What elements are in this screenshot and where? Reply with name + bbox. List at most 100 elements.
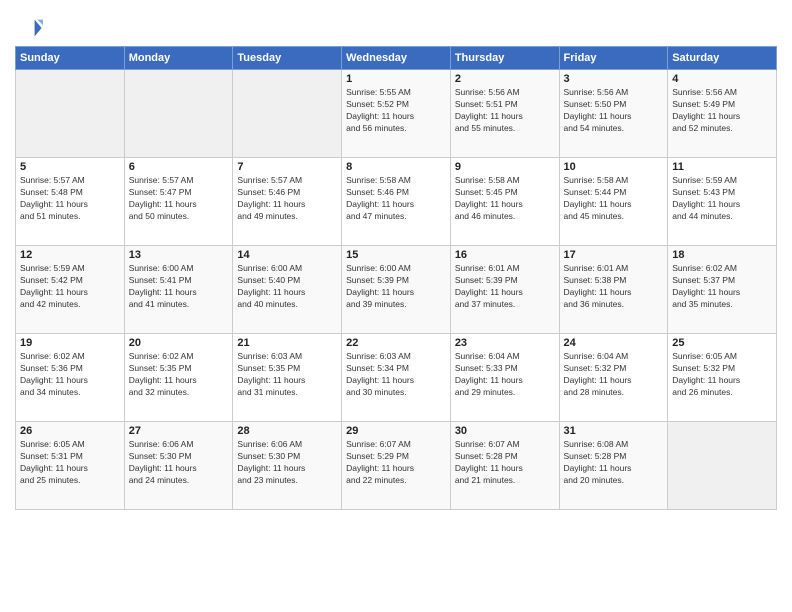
day-number: 1 (346, 73, 446, 85)
logo-icon (15, 14, 43, 42)
calendar-cell: 13 Sunrise: 6:00 AM Sunset: 5:41 PM Dayli… (124, 246, 233, 334)
day-info: Sunrise: 6:07 AM Sunset: 5:28 PM Dayligh… (455, 439, 555, 487)
day-number: 12 (20, 249, 120, 261)
calendar-cell: 29 Sunrise: 6:07 AM Sunset: 5:29 PM Dayli… (342, 422, 451, 510)
calendar-cell: 15Sunrise: 6:00 AM Sunset: 5:39 PM Dayli… (342, 246, 451, 334)
day-number: 16 (455, 249, 555, 261)
day-info: Sunrise: 6:01 AM Sunset: 5:38 PM Dayligh… (564, 263, 664, 311)
calendar-cell: 23 Sunrise: 6:04 AM Sunset: 5:33 PM Dayli… (450, 334, 559, 422)
day-header: Tuesday (233, 47, 342, 70)
day-info: Sunrise: 6:00 AM Sunset: 5:41 PM Dayligh… (129, 263, 229, 311)
day-info: Sunrise: 5:58 AM Sunset: 5:45 PM Dayligh… (455, 175, 555, 223)
day-number: 3 (564, 73, 664, 85)
day-info: Sunrise: 6:04 AM Sunset: 5:33 PM Dayligh… (455, 351, 555, 399)
logo (15, 14, 47, 42)
day-info: Sunrise: 5:56 AM Sunset: 5:50 PM Dayligh… (564, 87, 664, 135)
day-number: 24 (564, 337, 664, 349)
calendar-cell: 26Sunrise: 6:05 AM Sunset: 5:31 PM Dayli… (16, 422, 125, 510)
day-number: 7 (237, 161, 337, 173)
day-number: 27 (129, 425, 229, 437)
calendar-cell: 10Sunrise: 5:58 AM Sunset: 5:44 PM Dayli… (559, 158, 668, 246)
day-number: 30 (455, 425, 555, 437)
day-number: 11 (672, 161, 772, 173)
day-info: Sunrise: 5:55 AM Sunset: 5:52 PM Dayligh… (346, 87, 446, 135)
calendar-table: SundayMondayTuesdayWednesdayThursdayFrid… (15, 46, 777, 510)
day-number: 18 (672, 249, 772, 261)
calendar-week-row: 5 Sunrise: 5:57 AM Sunset: 5:48 PM Daylig… (16, 158, 777, 246)
calendar-cell (124, 70, 233, 158)
day-number: 13 (129, 249, 229, 261)
calendar-cell: 12Sunrise: 5:59 AM Sunset: 5:42 PM Dayli… (16, 246, 125, 334)
day-header: Friday (559, 47, 668, 70)
day-number: 28 (237, 425, 337, 437)
day-number: 4 (672, 73, 772, 85)
calendar-cell: 5 Sunrise: 5:57 AM Sunset: 5:48 PM Daylig… (16, 158, 125, 246)
calendar-cell: 18 Sunrise: 6:02 AM Sunset: 5:37 PM Dayli… (668, 246, 777, 334)
calendar-cell: 4 Sunrise: 5:56 AM Sunset: 5:49 PM Daylig… (668, 70, 777, 158)
calendar-cell: 11Sunrise: 5:59 AM Sunset: 5:43 PM Dayli… (668, 158, 777, 246)
day-header: Sunday (16, 47, 125, 70)
day-number: 6 (129, 161, 229, 173)
calendar-cell (233, 70, 342, 158)
calendar-week-row: 12Sunrise: 5:59 AM Sunset: 5:42 PM Dayli… (16, 246, 777, 334)
day-number: 14 (237, 249, 337, 261)
header-row: SundayMondayTuesdayWednesdayThursdayFrid… (16, 47, 777, 70)
day-number: 25 (672, 337, 772, 349)
calendar-cell: 25 Sunrise: 6:05 AM Sunset: 5:32 PM Dayli… (668, 334, 777, 422)
calendar-cell: 17 Sunrise: 6:01 AM Sunset: 5:38 PM Dayli… (559, 246, 668, 334)
calendar-week-row: 19 Sunrise: 6:02 AM Sunset: 5:36 PM Dayli… (16, 334, 777, 422)
day-number: 26 (20, 425, 120, 437)
day-number: 23 (455, 337, 555, 349)
calendar-cell: 28 Sunrise: 6:06 AM Sunset: 5:30 PM Dayli… (233, 422, 342, 510)
day-info: Sunrise: 6:03 AM Sunset: 5:35 PM Dayligh… (237, 351, 337, 399)
day-info: Sunrise: 5:57 AM Sunset: 5:47 PM Dayligh… (129, 175, 229, 223)
day-info: Sunrise: 6:04 AM Sunset: 5:32 PM Dayligh… (564, 351, 664, 399)
day-number: 5 (20, 161, 120, 173)
day-number: 19 (20, 337, 120, 349)
day-number: 31 (564, 425, 664, 437)
calendar-cell: 20Sunrise: 6:02 AM Sunset: 5:35 PM Dayli… (124, 334, 233, 422)
calendar-cell: 31 Sunrise: 6:08 AM Sunset: 5:28 PM Dayli… (559, 422, 668, 510)
day-header: Saturday (668, 47, 777, 70)
day-number: 8 (346, 161, 446, 173)
day-info: Sunrise: 6:01 AM Sunset: 5:39 PM Dayligh… (455, 263, 555, 311)
day-info: Sunrise: 6:08 AM Sunset: 5:28 PM Dayligh… (564, 439, 664, 487)
day-number: 10 (564, 161, 664, 173)
calendar-week-row: 26Sunrise: 6:05 AM Sunset: 5:31 PM Dayli… (16, 422, 777, 510)
day-info: Sunrise: 5:56 AM Sunset: 5:49 PM Dayligh… (672, 87, 772, 135)
calendar-cell: 21 Sunrise: 6:03 AM Sunset: 5:35 PM Dayli… (233, 334, 342, 422)
day-info: Sunrise: 5:56 AM Sunset: 5:51 PM Dayligh… (455, 87, 555, 135)
calendar-cell: 19 Sunrise: 6:02 AM Sunset: 5:36 PM Dayli… (16, 334, 125, 422)
day-info: Sunrise: 6:02 AM Sunset: 5:36 PM Dayligh… (20, 351, 120, 399)
calendar-cell: 1 Sunrise: 5:55 AM Sunset: 5:52 PM Daylig… (342, 70, 451, 158)
calendar-cell: 24 Sunrise: 6:04 AM Sunset: 5:32 PM Dayli… (559, 334, 668, 422)
calendar-cell: 14 Sunrise: 6:00 AM Sunset: 5:40 PM Dayli… (233, 246, 342, 334)
day-info: Sunrise: 6:00 AM Sunset: 5:39 PM Dayligh… (346, 263, 446, 311)
day-info: Sunrise: 6:06 AM Sunset: 5:30 PM Dayligh… (237, 439, 337, 487)
day-number: 21 (237, 337, 337, 349)
day-info: Sunrise: 6:02 AM Sunset: 5:37 PM Dayligh… (672, 263, 772, 311)
day-header: Monday (124, 47, 233, 70)
calendar-cell: 27Sunrise: 6:06 AM Sunset: 5:30 PM Dayli… (124, 422, 233, 510)
day-header: Wednesday (342, 47, 451, 70)
day-number: 29 (346, 425, 446, 437)
page-container: SundayMondayTuesdayWednesdayThursdayFrid… (0, 0, 792, 515)
day-info: Sunrise: 5:58 AM Sunset: 5:46 PM Dayligh… (346, 175, 446, 223)
calendar-cell: 16 Sunrise: 6:01 AM Sunset: 5:39 PM Dayli… (450, 246, 559, 334)
calendar-cell (16, 70, 125, 158)
day-number: 20 (129, 337, 229, 349)
calendar-week-row: 1 Sunrise: 5:55 AM Sunset: 5:52 PM Daylig… (16, 70, 777, 158)
calendar-cell: 7Sunrise: 5:57 AM Sunset: 5:46 PM Daylig… (233, 158, 342, 246)
day-number: 2 (455, 73, 555, 85)
day-info: Sunrise: 5:57 AM Sunset: 5:48 PM Dayligh… (20, 175, 120, 223)
calendar-cell (668, 422, 777, 510)
day-number: 9 (455, 161, 555, 173)
calendar-cell: 6 Sunrise: 5:57 AM Sunset: 5:47 PM Daylig… (124, 158, 233, 246)
header (15, 10, 777, 42)
day-number: 17 (564, 249, 664, 261)
day-info: Sunrise: 6:00 AM Sunset: 5:40 PM Dayligh… (237, 263, 337, 311)
day-info: Sunrise: 6:05 AM Sunset: 5:32 PM Dayligh… (672, 351, 772, 399)
day-info: Sunrise: 6:07 AM Sunset: 5:29 PM Dayligh… (346, 439, 446, 487)
calendar-cell: 8 Sunrise: 5:58 AM Sunset: 5:46 PM Daylig… (342, 158, 451, 246)
calendar-cell: 22Sunrise: 6:03 AM Sunset: 5:34 PM Dayli… (342, 334, 451, 422)
